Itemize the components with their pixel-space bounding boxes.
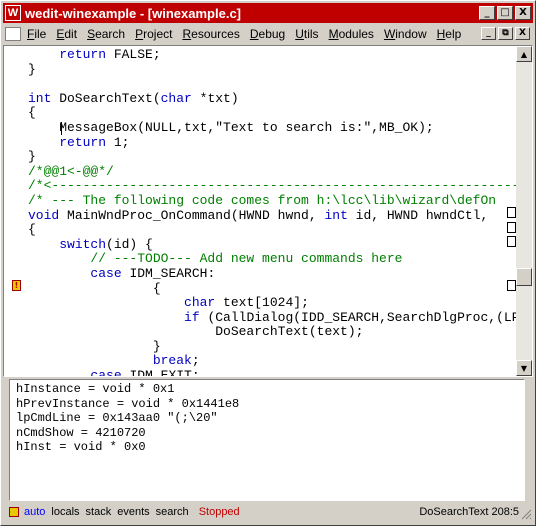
title-bar[interactable]: W wedit-winexample - [winexample.c] _ □ …	[3, 3, 533, 23]
main-window: W wedit-winexample - [winexample.c] _ □ …	[0, 0, 536, 526]
line-overflow-marker	[507, 280, 516, 291]
menu-project[interactable]: Project	[135, 27, 172, 41]
menu-file[interactable]: File	[27, 27, 46, 41]
menu-edit[interactable]: Edit	[56, 27, 77, 41]
editor-vertical-scrollbar[interactable]: ▲ ▼	[516, 46, 532, 376]
status-bar: auto locals stack events search Stopped DoSe…	[3, 503, 533, 521]
debug-tab-search[interactable]: search	[156, 506, 189, 518]
line-overflow-marker	[507, 207, 516, 218]
debug-tab-stack[interactable]: stack	[86, 506, 112, 518]
line-overflow-marker	[507, 222, 516, 233]
document-icon[interactable]	[5, 26, 21, 41]
code-line[interactable]: /*@@1<-@@*/	[28, 164, 508, 180]
code-line[interactable]: case IDM_SEARCH:	[28, 266, 508, 282]
code-line[interactable]: char text[1024];	[28, 295, 508, 311]
code-line[interactable]	[28, 77, 508, 92]
mdi-restore-button[interactable]: ⧉	[498, 27, 513, 40]
code-line[interactable]: }	[28, 62, 508, 78]
code-line[interactable]: /*<-------------------------------------…	[28, 179, 532, 194]
menu-modules[interactable]: Modules	[329, 27, 374, 41]
menu-debug[interactable]: Debug	[250, 27, 285, 41]
code-line[interactable]: }	[28, 339, 508, 355]
code-line[interactable]: {	[28, 223, 508, 238]
mdi-minimize-button[interactable]: _	[481, 27, 496, 40]
code-line[interactable]: break;	[28, 354, 508, 369]
code-line[interactable]: if (CallDialog(IDD_SEARCH,SearchDlgProc,…	[28, 310, 527, 326]
code-line[interactable]: DoSearchText(text);	[28, 325, 508, 340]
code-line[interactable]: void MainWndProc_OnCommand(HWND hwnd, in…	[28, 208, 508, 224]
debug-variables-text: hInstance = void * 0x1 hPrevInstance = v…	[16, 382, 240, 455]
menu-utils[interactable]: Utils	[295, 27, 318, 41]
debug-status-icon	[9, 507, 19, 517]
close-button[interactable]: X	[515, 6, 531, 20]
text-cursor	[61, 122, 62, 135]
code-line[interactable]: switch(id) {	[28, 237, 508, 253]
code-line[interactable]: MessageBox(NULL,txt,"Text to search is:"…	[28, 120, 508, 136]
code-editor[interactable]: ! return FALSE;} int DoSearchText(char *…	[3, 45, 533, 377]
breakpoint-marker-icon[interactable]: !	[12, 280, 21, 291]
menu-bar: File Edit Search Project Resources Debug Utils…	[3, 24, 533, 43]
code-line[interactable]: }	[28, 150, 508, 165]
debug-tab-locals[interactable]: locals	[51, 506, 79, 518]
code-line[interactable]: return 1;	[28, 135, 508, 151]
mdi-close-button[interactable]: X	[515, 27, 530, 40]
app-icon[interactable]: W	[5, 5, 21, 21]
scroll-down-arrow-icon[interactable]: ▼	[516, 360, 532, 376]
window-title: wedit-winexample - [winexample.c]	[25, 5, 241, 21]
debug-variables-panel[interactable]: hInstance = void * 0x1 hPrevInstance = v…	[9, 379, 525, 501]
scroll-thumb[interactable]	[516, 268, 532, 286]
function-position: DoSearchText 208:5	[419, 506, 519, 518]
scroll-up-arrow-icon[interactable]: ▲	[516, 46, 532, 62]
code-line[interactable]: {	[28, 281, 508, 297]
editor-gutter[interactable]	[4, 46, 24, 376]
code-line[interactable]: int DoSearchText(char *txt)	[28, 91, 508, 107]
debug-tab-events[interactable]: events	[117, 506, 149, 518]
code-line[interactable]: case IDM_EXIT:	[28, 368, 508, 376]
code-line[interactable]: /* --- The following code comes from h:\…	[28, 193, 508, 209]
menu-search[interactable]: Search	[87, 27, 125, 41]
resize-grip-icon[interactable]	[520, 508, 532, 520]
code-line[interactable]: {	[28, 106, 508, 121]
minimize-button[interactable]: _	[479, 6, 495, 20]
menu-resources[interactable]: Resources	[182, 27, 239, 41]
code-line[interactable]: // ---TODO--- Add new menu commands here	[28, 252, 508, 267]
code-line[interactable]: return FALSE;	[28, 47, 508, 63]
menu-items: File Edit Search Project Resources Debug Utils…	[27, 27, 471, 41]
debug-tab-auto[interactable]: auto	[24, 506, 45, 518]
menu-window[interactable]: Window	[384, 27, 427, 41]
maximize-button[interactable]: □	[497, 6, 513, 20]
menu-help[interactable]: Help	[437, 27, 462, 41]
debug-state: Stopped	[198, 506, 240, 518]
code-text[interactable]: return FALSE;} int DoSearchText(char *tx…	[28, 47, 532, 376]
line-overflow-marker	[507, 236, 516, 247]
mdi-controls: _ ⧉ X	[479, 27, 530, 40]
debug-tabs: auto locals stack events search	[24, 506, 195, 518]
